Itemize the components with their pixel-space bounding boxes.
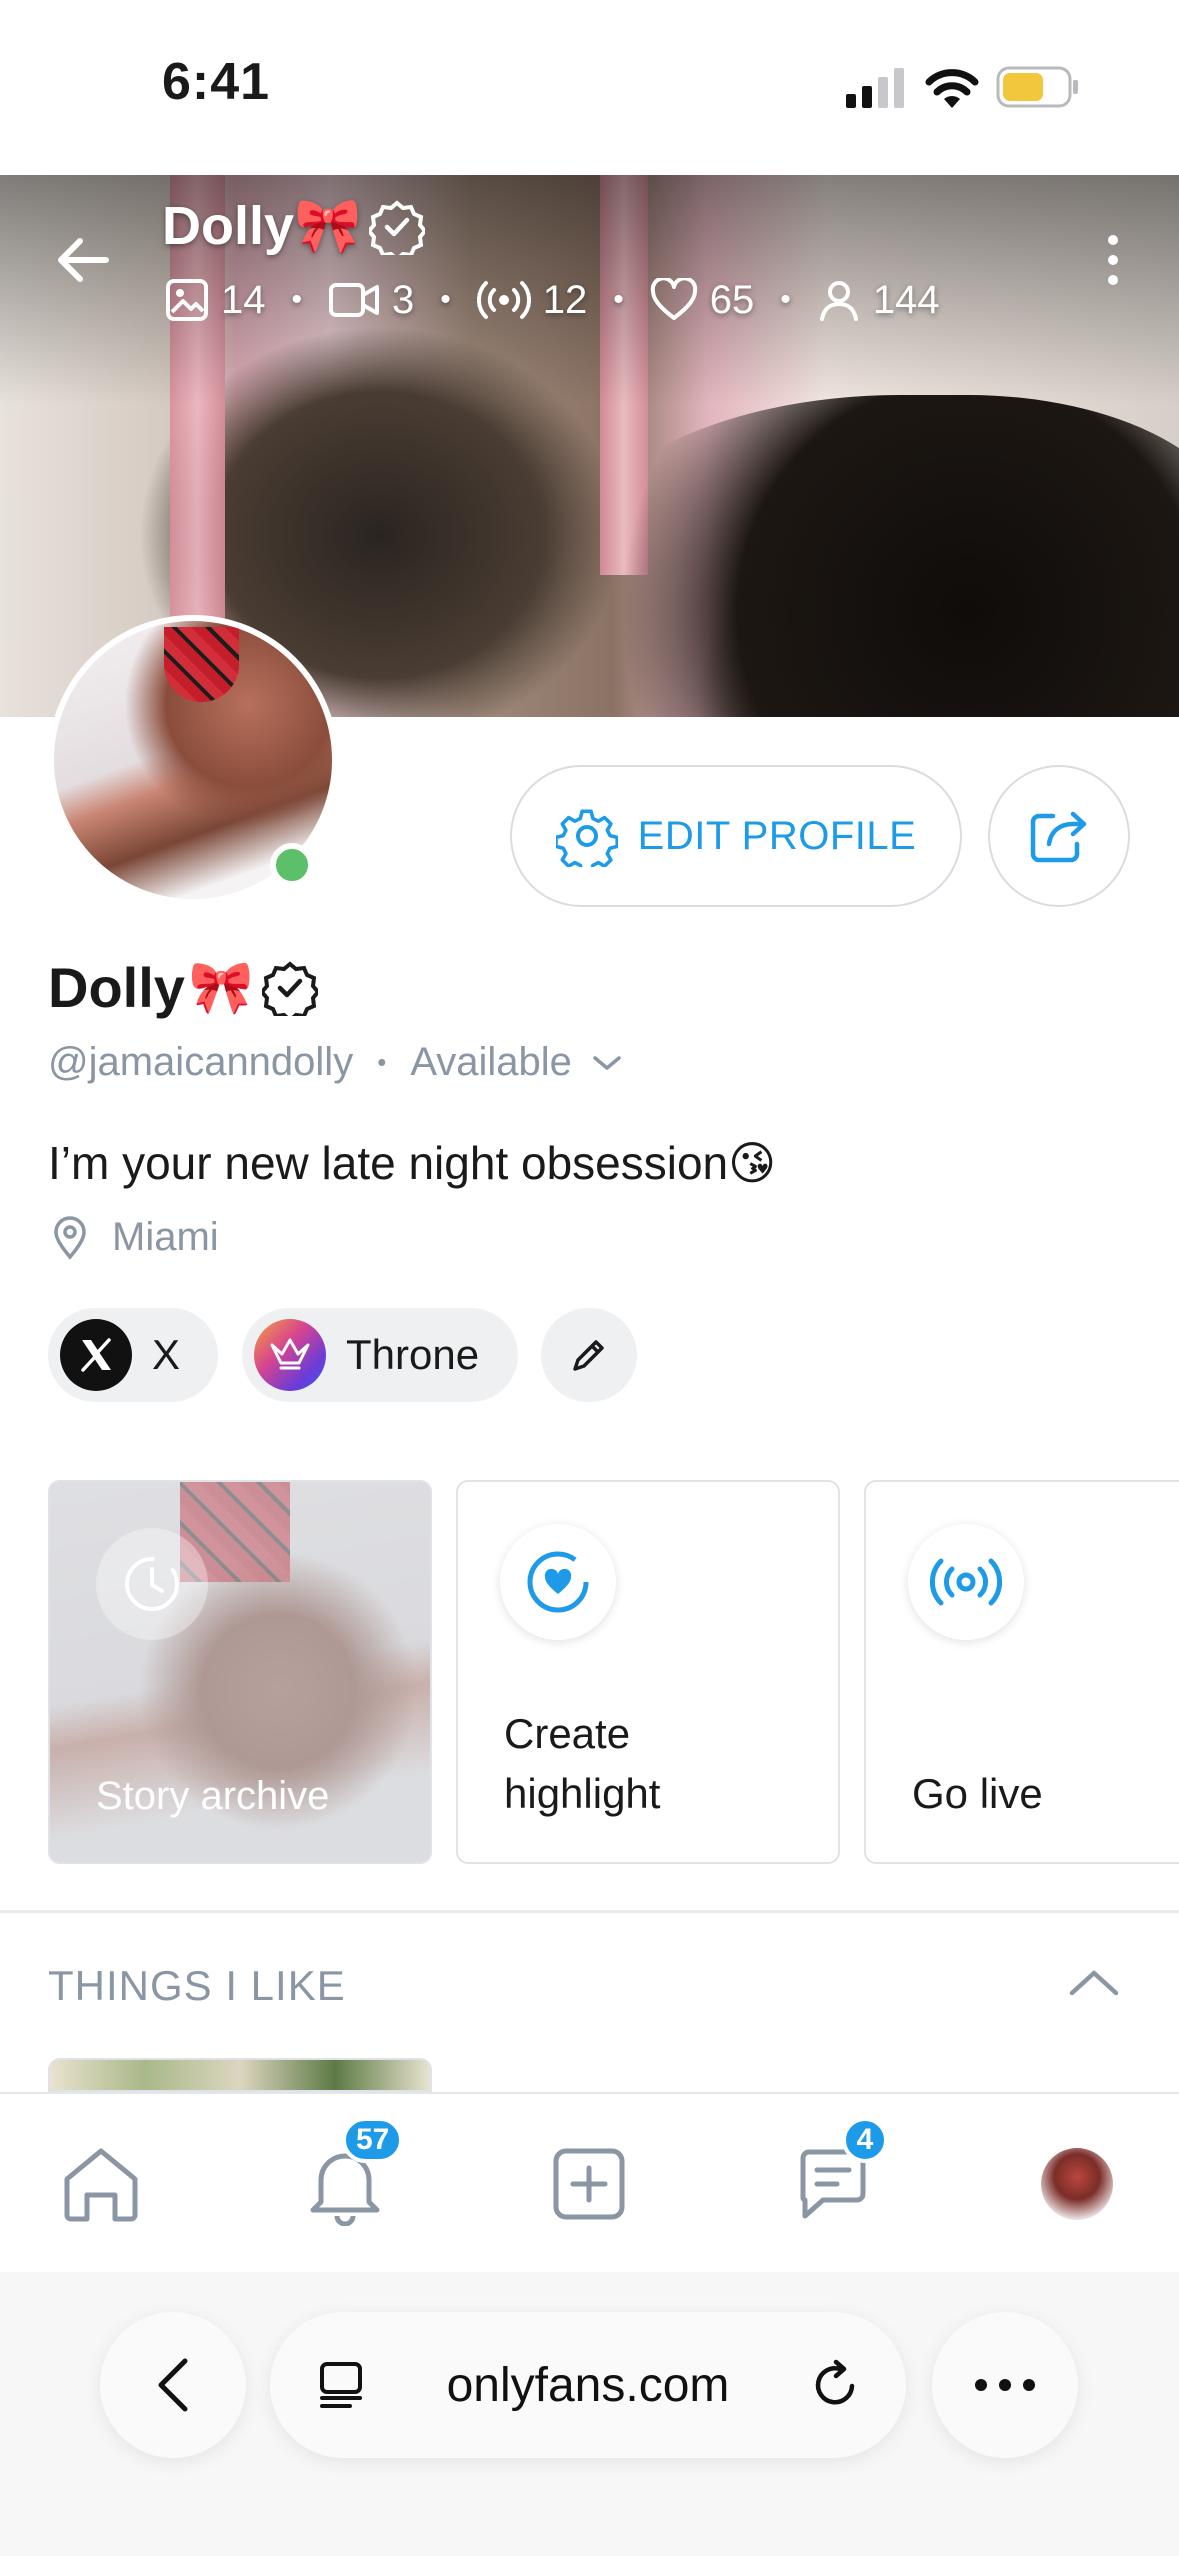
section-divider — [0, 1910, 1179, 1913]
nav-messages[interactable]: 4 — [788, 2117, 888, 2229]
throne-logo-icon — [254, 1319, 326, 1391]
profile-name: Dolly 🎀 — [48, 955, 318, 1020]
cover-name: Dolly🎀 — [162, 195, 426, 258]
image-icon — [166, 279, 208, 321]
edit-profile-label: EDIT PROFILE — [637, 813, 917, 858]
nav-home[interactable] — [56, 2139, 146, 2229]
video-icon — [329, 283, 380, 317]
share-icon — [1030, 811, 1087, 863]
throne-link-chip[interactable]: Throne — [242, 1308, 518, 1402]
profile-avatar-icon — [1041, 2148, 1113, 2220]
verified-icon — [369, 199, 426, 255]
address-bar[interactable]: onlyfans.com — [270, 2312, 906, 2458]
chevron-down-icon — [593, 1055, 621, 1070]
reader-tabs-icon[interactable] — [314, 2358, 368, 2412]
story-archive-card[interactable]: Story archive — [48, 1480, 432, 1864]
wifi-icon — [925, 69, 979, 108]
x-link-label: X — [152, 1331, 181, 1378]
fans-count: 144 — [872, 277, 940, 322]
live-stream-icon — [476, 281, 531, 319]
create-highlight-line1: Create — [504, 1710, 631, 1757]
create-highlight-card[interactable]: Create highlight — [456, 1480, 840, 1864]
location-text: Miami — [112, 1215, 219, 1259]
nav-add-post[interactable] — [544, 2139, 634, 2229]
throne-link-label: Throne — [346, 1331, 480, 1378]
nav-profile[interactable] — [1032, 2139, 1122, 2229]
x-link-chip[interactable]: X — [48, 1308, 218, 1402]
create-highlight-line2: highlight — [504, 1770, 661, 1817]
photos-count: 14 — [221, 277, 266, 322]
status-time: 6:41 — [162, 53, 271, 111]
signal-icon — [846, 68, 904, 108]
bow-emoji: 🎀 — [188, 959, 254, 1017]
x-logo-icon — [60, 1319, 132, 1391]
add-square-icon — [553, 2148, 625, 2220]
heart-icon — [650, 278, 697, 320]
gear-icon — [555, 809, 618, 867]
go-live-label: Go live — [912, 1770, 1043, 1817]
story-archive-label: Story archive — [96, 1774, 330, 1818]
online-status-dot — [270, 843, 314, 887]
streams-count: 12 — [542, 277, 588, 322]
reload-icon[interactable] — [808, 2358, 862, 2412]
browser-more-button[interactable] — [932, 2312, 1078, 2458]
edit-links-button[interactable] — [541, 1308, 637, 1402]
videos-count: 3 — [392, 277, 415, 322]
messages-badge: 4 — [842, 2117, 888, 2163]
bio-text: I’m your new late night obsession😘 — [48, 1137, 777, 1189]
notifications-badge: 57 — [342, 2117, 404, 2163]
availability-dropdown[interactable]: Available — [410, 1040, 624, 1085]
edit-profile-button[interactable]: EDIT PROFILE — [510, 765, 962, 907]
pencil-icon — [573, 1340, 604, 1371]
things-i-like-title: THINGS I LIKE — [48, 1962, 346, 2009]
live-stream-icon — [908, 1524, 1024, 1640]
likes-count: 65 — [709, 277, 755, 322]
battery-icon — [996, 66, 1078, 108]
more-options-icon[interactable] — [1095, 230, 1131, 290]
things-i-like-thumbnail[interactable] — [48, 2058, 432, 2092]
chevron-left-icon — [158, 2358, 188, 2412]
location-pin-icon — [54, 1215, 86, 1260]
url-text: onlyfans.com — [446, 2358, 730, 2412]
chevron-up-icon[interactable] — [1066, 1965, 1122, 2001]
bottom-nav: 57 4 — [0, 2092, 1179, 2274]
handle-row: @jamaicanndolly • Available — [48, 1040, 624, 1085]
heart-circle-icon — [500, 1524, 616, 1640]
share-button[interactable] — [988, 765, 1130, 907]
username-handle: @jamaicanndolly — [48, 1040, 354, 1084]
nav-notifications[interactable]: 57 — [300, 2117, 404, 2229]
profile-stats: 14 • 3 • 12 • 65 • 144 — [165, 270, 940, 330]
clock-history-icon — [96, 1528, 208, 1640]
home-icon — [64, 2148, 138, 2222]
go-live-card[interactable]: Go live — [864, 1480, 1179, 1864]
fans-icon — [819, 281, 858, 321]
browser-back-button[interactable] — [100, 2312, 246, 2458]
ellipsis-icon — [975, 2379, 1035, 2391]
back-arrow-icon[interactable] — [48, 225, 118, 295]
profile-name-text: Dolly — [48, 956, 185, 1019]
location: Miami — [52, 1215, 219, 1260]
verified-icon — [261, 960, 318, 1016]
